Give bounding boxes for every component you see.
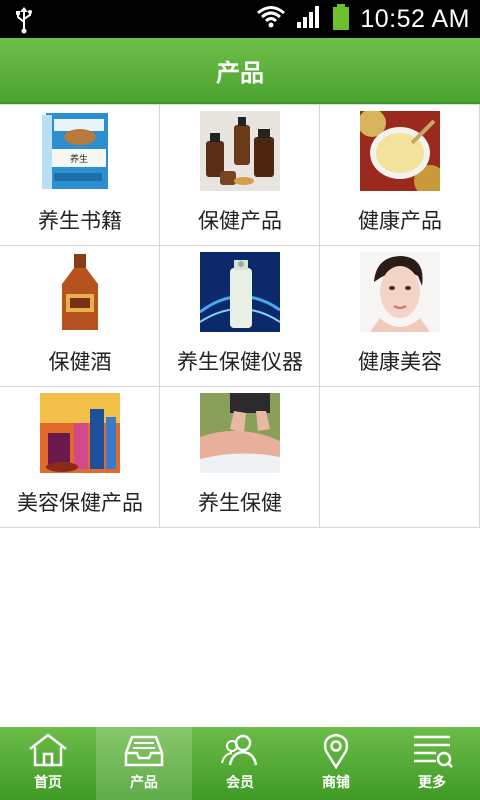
svg-text:养生: 养生 [70,153,88,165]
product-label: 保健酒 [48,350,112,374]
product-label: 养生保健仪器 [177,350,303,374]
product-tile[interactable]: 保健产品 [160,105,320,245]
product-tile[interactable]: 健康美容 [320,246,480,386]
home-icon [26,731,70,775]
signal-icon [296,5,322,33]
empty-tile [320,387,480,527]
product-tile[interactable]: 健康产品 [320,105,480,245]
tab-label: 首页 [34,775,62,791]
grid-row: 美容保健产品 养生保健 [0,387,480,528]
menu-icon [410,731,454,775]
grid-row: 养生 养生书籍 保健产品 健康产品 [0,105,480,246]
tab-label: 产品 [130,775,158,791]
usb-icon [14,6,34,38]
bottles-image [200,111,280,191]
title-bar: 产品 [0,38,480,104]
bottom-tab-bar: 首页 产品 会员 商铺 更多 [0,727,480,800]
product-tile[interactable]: 养生保健仪器 [160,246,320,386]
tab-label: 商铺 [322,775,350,791]
product-tile[interactable]: 养生保健 [160,387,320,527]
tab-more[interactable]: 更多 [384,727,480,800]
location-pin-icon [314,731,358,775]
massage-image [200,393,280,473]
page-title: 产品 [216,58,264,87]
product-label: 健康美容 [358,350,442,374]
wifi-icon [256,4,286,34]
inbox-icon [122,731,166,775]
tab-members[interactable]: 会员 [192,727,288,800]
battery-icon [332,3,350,35]
product-label: 美容保健产品 [17,491,143,515]
status-bar: 10:52 AM [0,0,480,38]
tab-products[interactable]: 产品 [96,727,192,800]
drink-image [360,111,440,191]
cosmetics-image [40,393,120,473]
status-time: 10:52 AM [360,4,470,33]
face-image [360,252,440,332]
product-label: 保健产品 [198,209,282,233]
tab-shops[interactable]: 商铺 [288,727,384,800]
product-tile[interactable]: 保健酒 [0,246,160,386]
grid-row: 保健酒 养生保健仪器 健康美容 [0,246,480,387]
tab-label: 会员 [226,775,254,791]
book-image: 养生 [40,111,120,191]
product-label: 健康产品 [358,209,442,233]
product-tile[interactable]: 美容保健产品 [0,387,160,527]
product-tile[interactable]: 养生 养生书籍 [0,105,160,245]
product-grid: 养生 养生书籍 保健产品 健康产品 保健酒 养生保健仪器 健康美容 美容保健产品… [0,104,480,528]
tab-home[interactable]: 首页 [0,727,96,800]
product-label: 养生保健 [198,491,282,515]
wine-bottle-image [40,252,120,332]
members-icon [218,731,262,775]
device-image [200,252,280,332]
product-label: 养生书籍 [38,209,122,233]
tab-label: 更多 [418,775,446,791]
